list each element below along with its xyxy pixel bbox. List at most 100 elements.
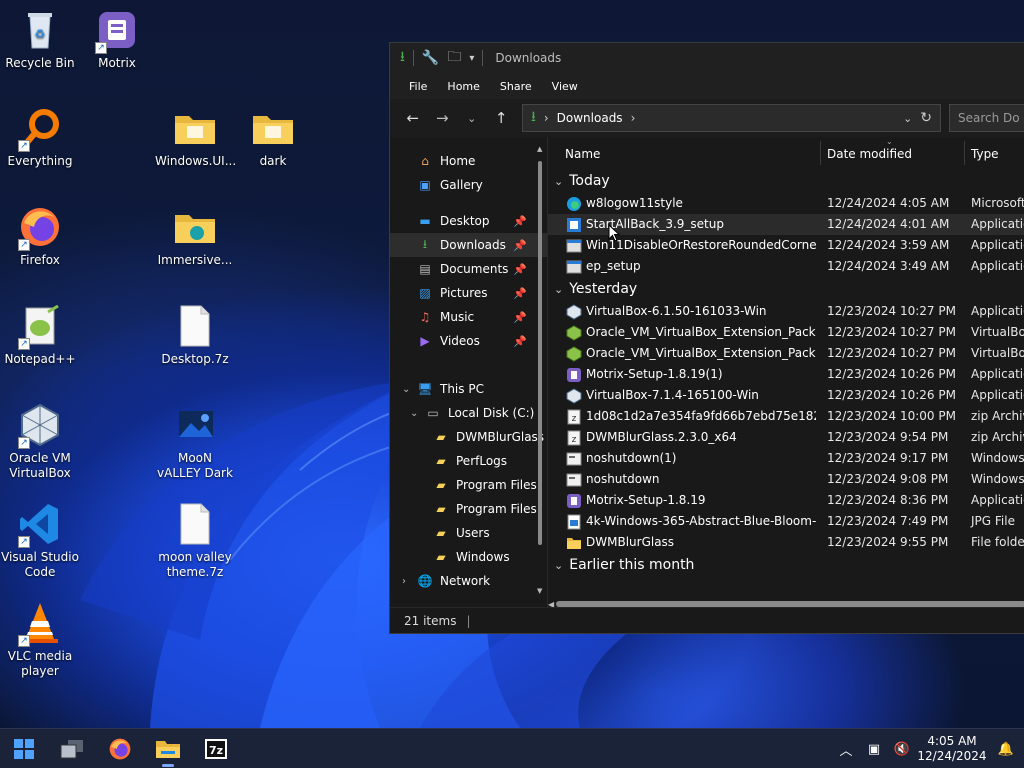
desktop-icon-everything[interactable]: ↗ Everything: [0, 106, 80, 169]
menu-view[interactable]: View: [552, 80, 578, 93]
music-icon: ♫: [419, 310, 431, 324]
column-header-date-modified[interactable]: Date modified: [827, 147, 912, 161]
address-bar[interactable]: ⭳ › Downloads › ⌄ ↻: [521, 104, 942, 132]
properties-wrench-icon[interactable]: 🔧: [422, 50, 439, 66]
task-view-button[interactable]: [48, 729, 96, 768]
start-button[interactable]: [0, 729, 48, 768]
nav-item-folder-program-files-2[interactable]: ▰ Program Files: [390, 497, 547, 521]
forward-arrow-icon[interactable]: →: [427, 109, 456, 127]
file-row[interactable]: DWMBlurGlass 12/23/2024 9:55 PM File folde…: [548, 532, 1024, 553]
desktop-icon-label: Oracle VM VirtualBox: [9, 451, 71, 480]
file-row[interactable]: noshutdown 12/23/2024 9:08 PM Windows: [548, 469, 1024, 490]
file-row[interactable]: Motrix-Setup-1.8.19 12/23/2024 8:36 PM App…: [548, 490, 1024, 511]
up-arrow-icon[interactable]: ↑: [486, 109, 515, 127]
column-header-name[interactable]: Name: [565, 147, 600, 161]
search-input[interactable]: Search Do: [949, 104, 1024, 132]
nav-item-folder-users[interactable]: ▰ Users: [390, 521, 547, 545]
menu-home[interactable]: Home: [447, 80, 479, 93]
collapse-chevron-icon[interactable]: ⌄: [554, 559, 563, 572]
address-current-folder[interactable]: Downloads: [557, 111, 623, 125]
notification-bell-icon[interactable]: 🔔: [988, 742, 1024, 757]
taskbar-file-explorer[interactable]: [144, 729, 192, 768]
nav-item-pictures[interactable]: ▨ Pictures 📌: [390, 281, 547, 305]
column-divider[interactable]: [964, 141, 965, 165]
new-folder-icon[interactable]: 🗀: [447, 46, 461, 70]
column-header-type[interactable]: Type: [971, 147, 999, 161]
expand-chevron-icon[interactable]: ⌄: [402, 384, 410, 395]
file-row[interactable]: 4k-Windows-365-Abstract-Blue-Bloom-4... 1…: [548, 511, 1024, 532]
collapse-chevron-icon[interactable]: ⌄: [554, 175, 563, 188]
scroll-up-arrow-icon[interactable]: ▲: [537, 145, 542, 153]
nav-item-folder-dwmblurglass[interactable]: ▰ DWMBlurGlass: [390, 425, 547, 449]
taskbar-7zip[interactable]: 7z: [192, 729, 240, 768]
desktop-icon-moon-valley-dark[interactable]: MooN vALLEY Dark: [155, 403, 235, 481]
desktop-icon-oracle-vm-virtualbox[interactable]: ↗ Oracle VM VirtualBox: [0, 403, 80, 481]
desktop-icon-immersive-folder[interactable]: Immersive...: [155, 205, 235, 268]
back-arrow-icon[interactable]: ←: [398, 109, 427, 127]
file-type: Applicatio: [971, 493, 1024, 507]
file-row[interactable]: z DWMBlurGlass.2.3.0_x64 12/23/2024 9:54 P…: [548, 427, 1024, 448]
scrollbar-thumb[interactable]: [538, 161, 542, 545]
quick-access-dropdown-icon[interactable]: ▾: [469, 53, 474, 64]
file-row[interactable]: z 1d08c1d2a7e354fa9fd66b7ebd75e182-cd... 1…: [548, 406, 1024, 427]
file-row[interactable]: Motrix-Setup-1.8.19(1) 12/23/2024 10:26 P…: [548, 364, 1024, 385]
nav-item-folder-perflogs[interactable]: ▰ PerfLogs: [390, 449, 547, 473]
system-clock[interactable]: 4:05 AM 12/24/2024: [916, 734, 988, 764]
nav-pane-scrollbar[interactable]: ▲ ▼: [537, 145, 543, 595]
file-row[interactable]: Oracle_VM_VirtualBox_Extension_Pack-6...…: [548, 322, 1024, 343]
navigation-pane[interactable]: ⌂ Home ▣ Gallery ▬ Desktop 📌 ⭳ Downloads…: [390, 137, 548, 609]
desktop-icon-visual-studio-code[interactable]: ↗ Visual Studio Code: [0, 502, 80, 580]
desktop-icon-notepad-plus-plus[interactable]: ↗ Notepad++: [0, 304, 80, 367]
expand-chevron-icon[interactable]: ›: [402, 576, 406, 587]
nav-item-local-disk[interactable]: ⌄ ▭ Local Disk (C:): [390, 401, 547, 425]
file-row[interactable]: ep_setup 12/24/2024 3:49 AM Applicatio: [548, 256, 1024, 277]
expand-chevron-icon[interactable]: ⌄: [410, 408, 418, 419]
nav-item-downloads[interactable]: ⭳ Downloads 📌: [390, 233, 547, 257]
group-header-earlier-this-month[interactable]: ⌄ Earlier this month: [548, 553, 1024, 577]
column-divider[interactable]: [820, 141, 821, 165]
scroll-down-arrow-icon[interactable]: ▼: [537, 587, 542, 595]
nav-item-folder-windows[interactable]: ▰ Windows: [390, 545, 547, 569]
taskbar-firefox[interactable]: [96, 729, 144, 768]
nav-item-this-pc[interactable]: ⌄ 🖥 This PC: [390, 377, 547, 401]
nav-item-network[interactable]: › 🌐 Network: [390, 569, 547, 593]
refresh-icon[interactable]: ↻: [920, 110, 932, 126]
desktop-icon-moon-valley-theme-7z[interactable]: moon valley theme.7z: [155, 502, 235, 580]
group-header-today[interactable]: ⌄ Today: [548, 169, 1024, 193]
file-row[interactable]: w8logow11style 12/24/2024 4:05 AM Microsof…: [548, 193, 1024, 214]
file-explorer-window[interactable]: ⭳ 🔧 🗀 ▾ Downloads File Home Share View ←…: [389, 42, 1024, 634]
desktop-icon-motrix[interactable]: ↗ Motrix: [77, 8, 157, 71]
title-bar[interactable]: ⭳ 🔧 🗀 ▾ Downloads: [390, 43, 1024, 73]
clock-time: 4:05 AM: [927, 734, 977, 748]
desktop-icon-recycle-bin[interactable]: ♻ Recycle Bin: [0, 8, 80, 71]
nav-item-music[interactable]: ♫ Music 📌: [390, 305, 547, 329]
menu-file[interactable]: File: [409, 80, 427, 93]
desktop-icon-vlc-media-player[interactable]: ↗ VLC media player: [0, 601, 80, 679]
nav-item-folder-program-files[interactable]: ▰ Program Files: [390, 473, 547, 497]
file-list-pane[interactable]: Name Date modified ⌄ Type ⌄ Today w8logow1…: [548, 137, 1024, 609]
file-row[interactable]: VirtualBox-6.1.50-161033-Win 12/23/2024 1…: [548, 301, 1024, 322]
nav-item-home[interactable]: ⌂ Home: [390, 149, 547, 173]
volume-muted-icon[interactable]: 🔇: [888, 742, 916, 757]
nav-item-desktop[interactable]: ▬ Desktop 📌: [390, 209, 547, 233]
group-header-yesterday[interactable]: ⌄ Yesterday: [548, 277, 1024, 301]
desktop-icon-desktop-7z[interactable]: Desktop.7z: [155, 304, 235, 367]
file-row[interactable]: noshutdown(1) 12/23/2024 9:17 PM Windows: [548, 448, 1024, 469]
network-ethernet-icon[interactable]: ▣: [860, 742, 888, 757]
desktop-icon-windows-ui-folder[interactable]: Windows.UI...: [155, 106, 236, 169]
file-row[interactable]: Oracle_VM_VirtualBox_Extension_Pack-6...…: [548, 343, 1024, 364]
motrix-icon: [566, 493, 582, 509]
file-row[interactable]: VirtualBox-7.1.4-165100-Win 12/23/2024 10…: [548, 385, 1024, 406]
show-hidden-icons-chevron-icon[interactable]: ︿: [832, 740, 860, 759]
nav-item-label: This PC: [440, 382, 484, 396]
collapse-chevron-icon[interactable]: ⌄: [554, 283, 563, 296]
desktop-icon-dark-folder[interactable]: dark: [233, 106, 313, 169]
nav-item-videos[interactable]: ▶ Videos 📌: [390, 329, 547, 353]
nav-item-gallery[interactable]: ▣ Gallery: [390, 173, 547, 197]
recent-locations-chevron-icon[interactable]: ⌄: [457, 112, 486, 125]
desktop-icon-firefox[interactable]: ↗ Firefox: [0, 205, 80, 268]
nav-item-documents[interactable]: ▤ Documents 📌: [390, 257, 547, 281]
nav-item-label: Desktop: [440, 214, 490, 228]
address-history-chevron-icon[interactable]: ⌄: [903, 112, 912, 125]
menu-share[interactable]: Share: [500, 80, 532, 93]
